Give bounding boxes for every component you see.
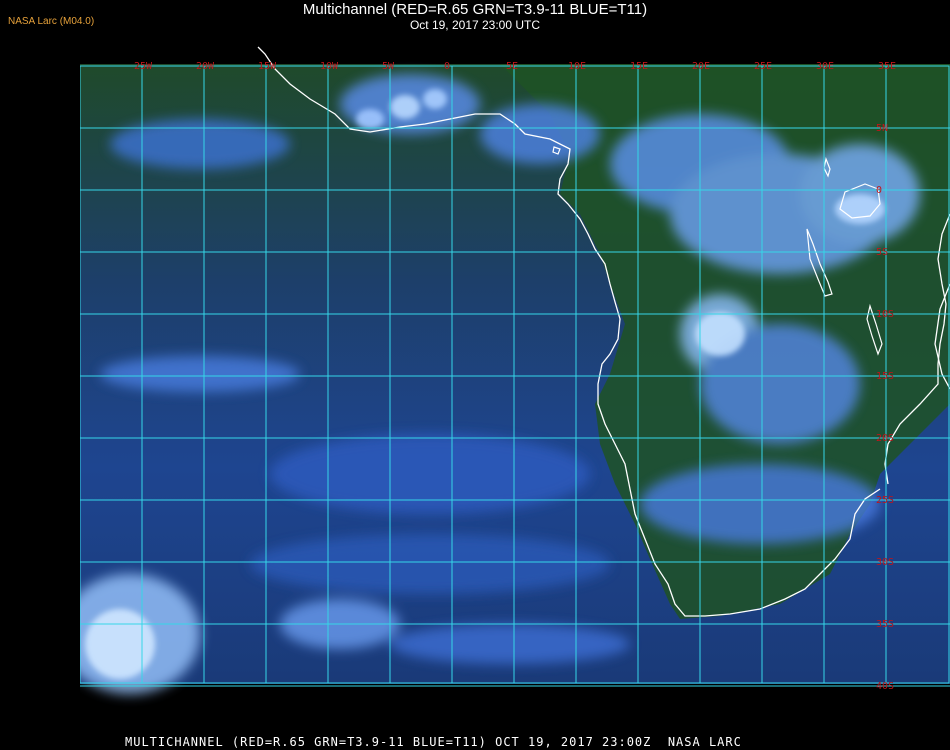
latitude-label: 5N <box>876 123 888 134</box>
longitude-label: 5E <box>506 61 518 72</box>
latitude-label: 10S <box>876 309 894 320</box>
longitude-label: 0 <box>444 61 450 72</box>
longitude-label: 15W <box>258 61 277 72</box>
longitude-label: 25E <box>754 61 772 72</box>
longitude-label: 30E <box>816 61 834 72</box>
longitude-label: 20E <box>692 61 710 72</box>
satellite-map: 25W 20W 15W 10W 5W 0 5E 10E 15E 20E 25E 30E 35E 5N 0 5S… <box>80 44 950 730</box>
latitude-label: 5S <box>876 247 888 258</box>
longitude-label: 35E <box>878 61 896 72</box>
latitude-label: 20S <box>876 433 894 444</box>
latitude-label: 15S <box>876 371 894 382</box>
longitude-label: 20W <box>196 61 215 72</box>
footer-caption: MULTICHANNEL (RED=R.65 GRN=T3.9-11 BLUE=… <box>125 735 742 749</box>
latitude-label: 30S <box>876 557 894 568</box>
longitude-label: 25W <box>134 61 153 72</box>
image-timestamp: Oct 19, 2017 23:00 UTC <box>409 18 541 32</box>
latitude-label: 25S <box>876 495 894 506</box>
longitude-label: 10W <box>320 61 339 72</box>
latitude-label: 35S <box>876 619 894 630</box>
longitude-label: 5W <box>382 61 395 72</box>
longitude-label: 15E <box>630 61 648 72</box>
longitude-label: 10E <box>568 61 586 72</box>
latitude-label: 0 <box>876 185 882 196</box>
latitude-label: 40S <box>876 681 894 692</box>
image-title: Multichannel (RED=R.65 GRN=T3.9-11 BLUE=… <box>302 1 648 18</box>
satellite-image: 25W 20W 15W 10W 5W 0 5E 10E 15E 20E 25E 30E 35E 5N 0 5S… <box>80 46 950 694</box>
